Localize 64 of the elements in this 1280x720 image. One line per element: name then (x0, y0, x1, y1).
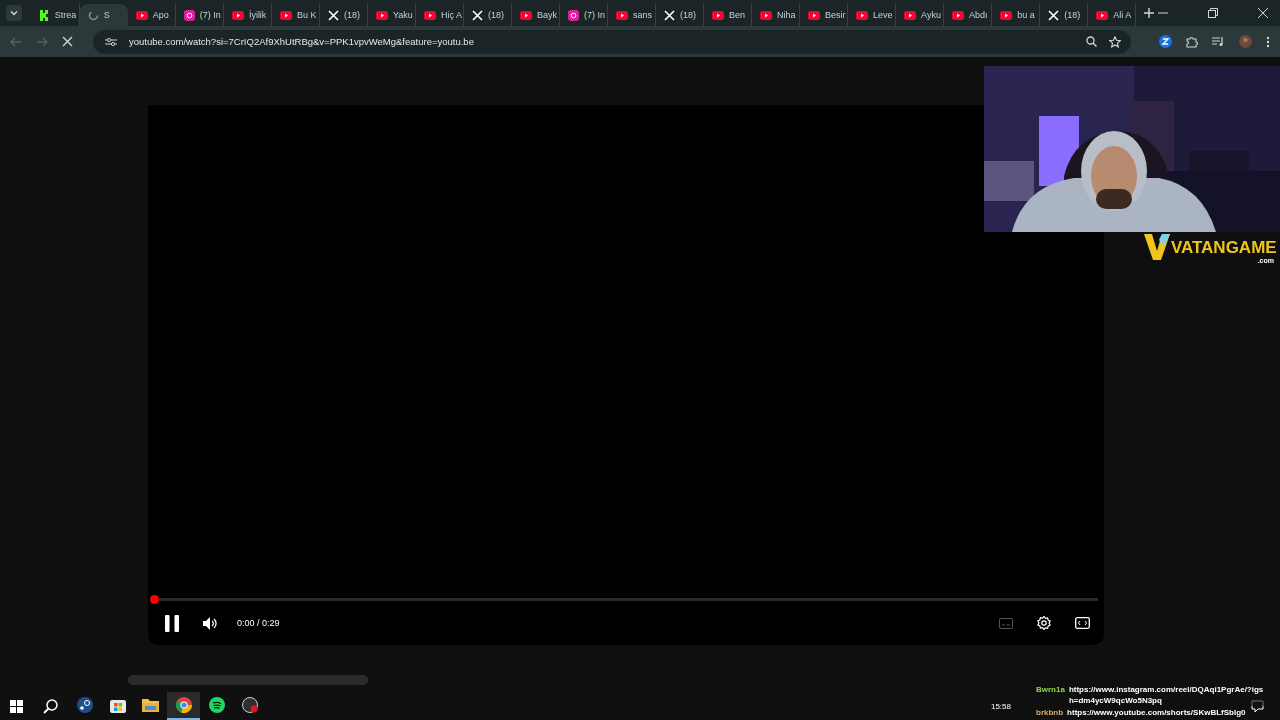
youtube-icon (375, 10, 388, 20)
browser-tab[interactable]: S (79, 4, 128, 26)
scrubber-handle[interactable] (150, 595, 159, 604)
youtube-icon (616, 10, 628, 20)
youtube-icon (279, 10, 292, 20)
puzzle-icon[interactable] (1186, 35, 1198, 48)
star-icon[interactable] (1109, 35, 1121, 48)
clock: 15:58 (990, 701, 1011, 711)
youtube-icon (952, 10, 965, 20)
spotify-icon (208, 697, 225, 713)
youtube-icon (904, 10, 917, 20)
chevron-down-icon (8, 8, 19, 18)
chat-username: brkbnb (1036, 707, 1064, 718)
store-bag-icon (109, 697, 126, 713)
chat-message: https://www.youtube.com/shorts/SKwBLfSblg0 (1067, 707, 1246, 718)
stop-loading-icon[interactable] (62, 36, 73, 47)
youtube-icon (1000, 10, 1013, 20)
camera-icon (568, 9, 579, 21)
x-logo-icon (327, 9, 339, 21)
youtube-icon (808, 10, 821, 20)
site-settings-icon[interactable] (105, 36, 117, 47)
tab-search-button[interactable] (6, 5, 22, 21)
address-bar[interactable]: youtube.com/watch?si=7CrIQ2Af9XhUtRBg&v=PPK1vpvWeMg&feature=youtu.be (93, 29, 1131, 54)
youtube-icon (423, 10, 436, 20)
taskbar-app[interactable] (167, 692, 200, 720)
k-logo-icon (39, 9, 50, 21)
time-display: 0:00 / 0:29 (237, 618, 280, 628)
youtube-icon (519, 10, 532, 20)
settings-icon[interactable] (1037, 616, 1051, 630)
v-logo-icon (1143, 234, 1170, 260)
camera-icon (183, 9, 195, 21)
folder-icon (142, 698, 159, 712)
youtube-icon (231, 10, 244, 20)
youtube-icon (1096, 10, 1109, 20)
volume-icon[interactable] (203, 616, 217, 630)
youtube-icon (760, 10, 773, 20)
profile-avatar-icon[interactable] (1239, 35, 1252, 48)
steam-icon (76, 697, 93, 713)
extension-icon[interactable] (1159, 35, 1172, 48)
captions-icon[interactable] (999, 617, 1013, 629)
search-icon[interactable] (43, 698, 58, 714)
notification-icon[interactable] (1251, 699, 1264, 713)
chrome-icon (175, 697, 192, 713)
close-icon[interactable] (1258, 8, 1268, 18)
video-player[interactable]: 0:00 / 0:29 (148, 105, 1104, 645)
pause-icon[interactable] (165, 614, 179, 632)
theater-mode-icon[interactable] (1075, 617, 1090, 629)
restore-icon[interactable] (1208, 8, 1218, 18)
start-icon[interactable] (10, 699, 23, 713)
logo-text: VATANGAME (1170, 237, 1278, 259)
chat-username: Bwrn1a (1036, 684, 1065, 696)
menu-icon[interactable] (1266, 35, 1270, 48)
zoom-icon[interactable] (1086, 36, 1097, 47)
youtube-icon (856, 10, 869, 20)
url-text: youtube.com/watch?si=7CrIQ2Af9XhUtRBg&v=PPK1vpvWeMg&feature=youtu.be (129, 36, 474, 47)
x-logo-icon (664, 9, 675, 21)
recorder-icon (241, 697, 258, 713)
loading-icon (87, 9, 99, 21)
x-logo-icon (471, 9, 483, 21)
x-logo-icon (1048, 9, 1060, 21)
media-control-icon[interactable] (1212, 36, 1225, 47)
youtube-icon (712, 10, 725, 20)
plus-icon (1144, 8, 1155, 18)
youtube-icon (135, 10, 148, 20)
